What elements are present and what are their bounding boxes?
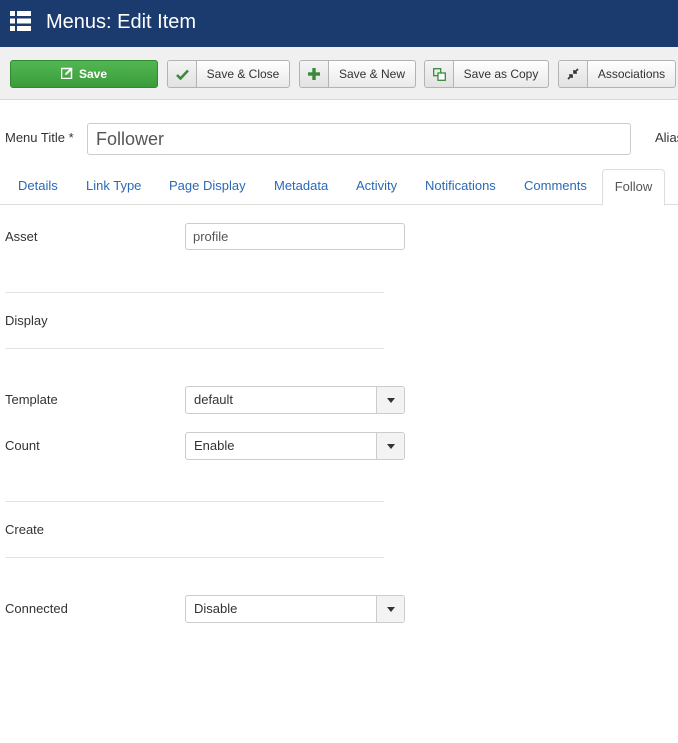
contract-icon	[559, 61, 588, 87]
menu-title-value: Follower	[96, 128, 165, 149]
tab-notifications[interactable]: Notifications	[425, 169, 496, 205]
count-select[interactable]: Enable	[185, 432, 405, 460]
caret-down-icon[interactable]	[376, 387, 404, 413]
tab-activity[interactable]: Activity	[356, 169, 397, 205]
tab-bar: Details Link Type Page Display Metadata …	[0, 169, 678, 206]
display-heading: Display	[5, 313, 48, 328]
tab-details[interactable]: Details	[18, 169, 58, 205]
save-as-copy-label: Save as Copy	[463, 67, 539, 81]
template-select[interactable]: default	[185, 386, 405, 414]
tab-follow[interactable]: Follow	[602, 169, 665, 206]
save-as-copy-button[interactable]: Save as Copy	[424, 60, 549, 88]
save-button[interactable]: Save	[10, 60, 158, 88]
app-header: Menus: Edit Item	[0, 0, 678, 47]
menu-title-row: Menu Title * Follower Alias	[0, 121, 678, 157]
save-button-label: Save	[78, 67, 108, 81]
asset-label: Asset	[5, 229, 38, 244]
menu-list-icon	[10, 11, 31, 31]
asset-value: profile	[193, 229, 229, 244]
divider	[5, 292, 384, 293]
copy-icon	[425, 61, 454, 87]
tab-page-display[interactable]: Page Display	[169, 169, 246, 205]
tab-metadata[interactable]: Metadata	[274, 169, 328, 205]
tab-comments[interactable]: Comments	[524, 169, 587, 205]
plus-icon	[300, 61, 329, 87]
menu-title-input[interactable]: Follower	[87, 123, 631, 155]
edit-icon	[60, 67, 73, 82]
caret-down-icon[interactable]	[376, 596, 404, 622]
tab-link-type[interactable]: Link Type	[86, 169, 141, 205]
alias-label: Alias	[655, 130, 678, 145]
create-heading: Create	[5, 522, 45, 537]
save-close-label: Save & Close	[206, 67, 280, 81]
page-title: Menus: Edit Item	[46, 11, 197, 33]
template-label: Template	[5, 392, 58, 407]
count-label: Count	[5, 438, 40, 453]
divider	[5, 557, 384, 558]
save-close-button[interactable]: Save & Close	[167, 60, 290, 88]
divider	[5, 501, 384, 502]
connected-label: Connected	[5, 601, 68, 616]
save-new-label: Save & New	[338, 67, 406, 81]
template-select-value: default	[194, 392, 234, 407]
save-new-button[interactable]: Save & New	[299, 60, 416, 88]
divider	[5, 348, 384, 349]
connected-select[interactable]: Disable	[185, 595, 405, 623]
caret-down-icon[interactable]	[376, 433, 404, 459]
toolbar: Save Save & Close Save & New Save as Cop…	[0, 47, 678, 100]
associations-label: Associations	[597, 67, 666, 81]
check-icon	[168, 61, 197, 87]
asset-input[interactable]: profile	[185, 223, 405, 250]
menu-title-label: Menu Title *	[5, 130, 74, 145]
count-select-value: Enable	[194, 438, 235, 453]
connected-select-value: Disable	[194, 601, 238, 616]
associations-button[interactable]: Associations	[558, 60, 676, 88]
